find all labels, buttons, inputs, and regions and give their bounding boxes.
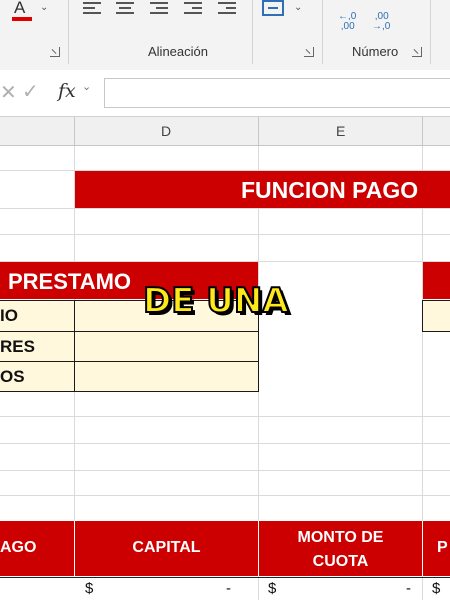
dash-value: -	[406, 580, 411, 597]
input-cell-2[interactable]	[74, 331, 259, 362]
merge-dropdown-icon[interactable]: ⌄	[294, 2, 302, 13]
input-cell-3[interactable]	[74, 361, 259, 392]
right-input-cell[interactable]	[422, 300, 450, 332]
currency-symbol: $	[432, 580, 441, 597]
column-header-e[interactable]: E	[336, 123, 345, 139]
currency-symbol: $	[85, 580, 94, 597]
number-launcher-icon[interactable]	[412, 47, 422, 57]
decrease-indent-icon[interactable]	[184, 2, 202, 18]
title-cell[interactable]: FUNCION PAGO	[75, 171, 450, 208]
table-header-monto-label: MONTO DE CUOTA	[297, 529, 384, 570]
font-color-dropdown-icon[interactable]: ⌄	[40, 2, 48, 13]
dash-value: -	[226, 580, 231, 597]
table-header-col1-label: AGO	[0, 539, 37, 556]
row-label-1: IO	[0, 306, 18, 325]
align-center-icon[interactable]	[116, 2, 134, 18]
table-header-col1[interactable]: AGO	[0, 521, 74, 576]
column-header-row: D E	[0, 117, 450, 146]
alignment-group-label: Alineación	[148, 44, 208, 59]
increase-decimal-icon[interactable]: ←,0 ,00	[338, 12, 356, 32]
font-color-button[interactable]: A	[12, 0, 32, 21]
table-row: $ - $ - $	[0, 577, 450, 601]
align-left-icon[interactable]	[83, 2, 101, 18]
enter-icon[interactable]: ✓	[22, 79, 39, 104]
column-header-d[interactable]: D	[161, 123, 171, 139]
prestamo-header-label: PRESTAMO	[8, 269, 132, 294]
formula-input[interactable]	[104, 78, 450, 108]
row-label-2: RES	[0, 337, 35, 356]
ribbon: A ⌄ ⌄ Alineación ←,0 ,00 ,00 →,0 Número	[0, 0, 450, 71]
video-caption: DE UNA	[142, 280, 290, 322]
increase-indent-icon[interactable]	[218, 2, 236, 18]
page-title: FUNCION PAGO	[241, 177, 419, 203]
table-header-capital[interactable]: CAPITAL	[75, 521, 258, 576]
merge-center-icon[interactable]	[262, 0, 284, 16]
table-header-monto[interactable]: MONTO DE CUOTA	[259, 521, 422, 576]
alignment-dialog-launcher-icon[interactable]	[304, 47, 314, 57]
number-group-label: Número	[352, 44, 399, 59]
table-header-col4[interactable]: P	[423, 521, 450, 576]
alignment-launcher-icon[interactable]	[50, 47, 60, 57]
insert-function-button[interactable]: fx	[58, 80, 76, 102]
font-color-icon: A	[14, 0, 26, 17]
right-header-cell[interactable]	[423, 262, 450, 299]
row-label-3: OS	[0, 367, 25, 386]
formula-bar: ✕ ✓ fx ⌄	[0, 70, 450, 117]
table-header-col4-label: P	[437, 539, 448, 556]
cancel-icon[interactable]: ✕	[0, 80, 17, 105]
align-right-icon[interactable]	[150, 2, 168, 18]
decrease-decimal-icon[interactable]: ,00 →,0	[372, 12, 390, 32]
fx-dropdown-icon[interactable]: ⌄	[82, 80, 91, 93]
currency-symbol: $	[268, 580, 277, 597]
table-header-capital-label: CAPITAL	[132, 539, 201, 556]
